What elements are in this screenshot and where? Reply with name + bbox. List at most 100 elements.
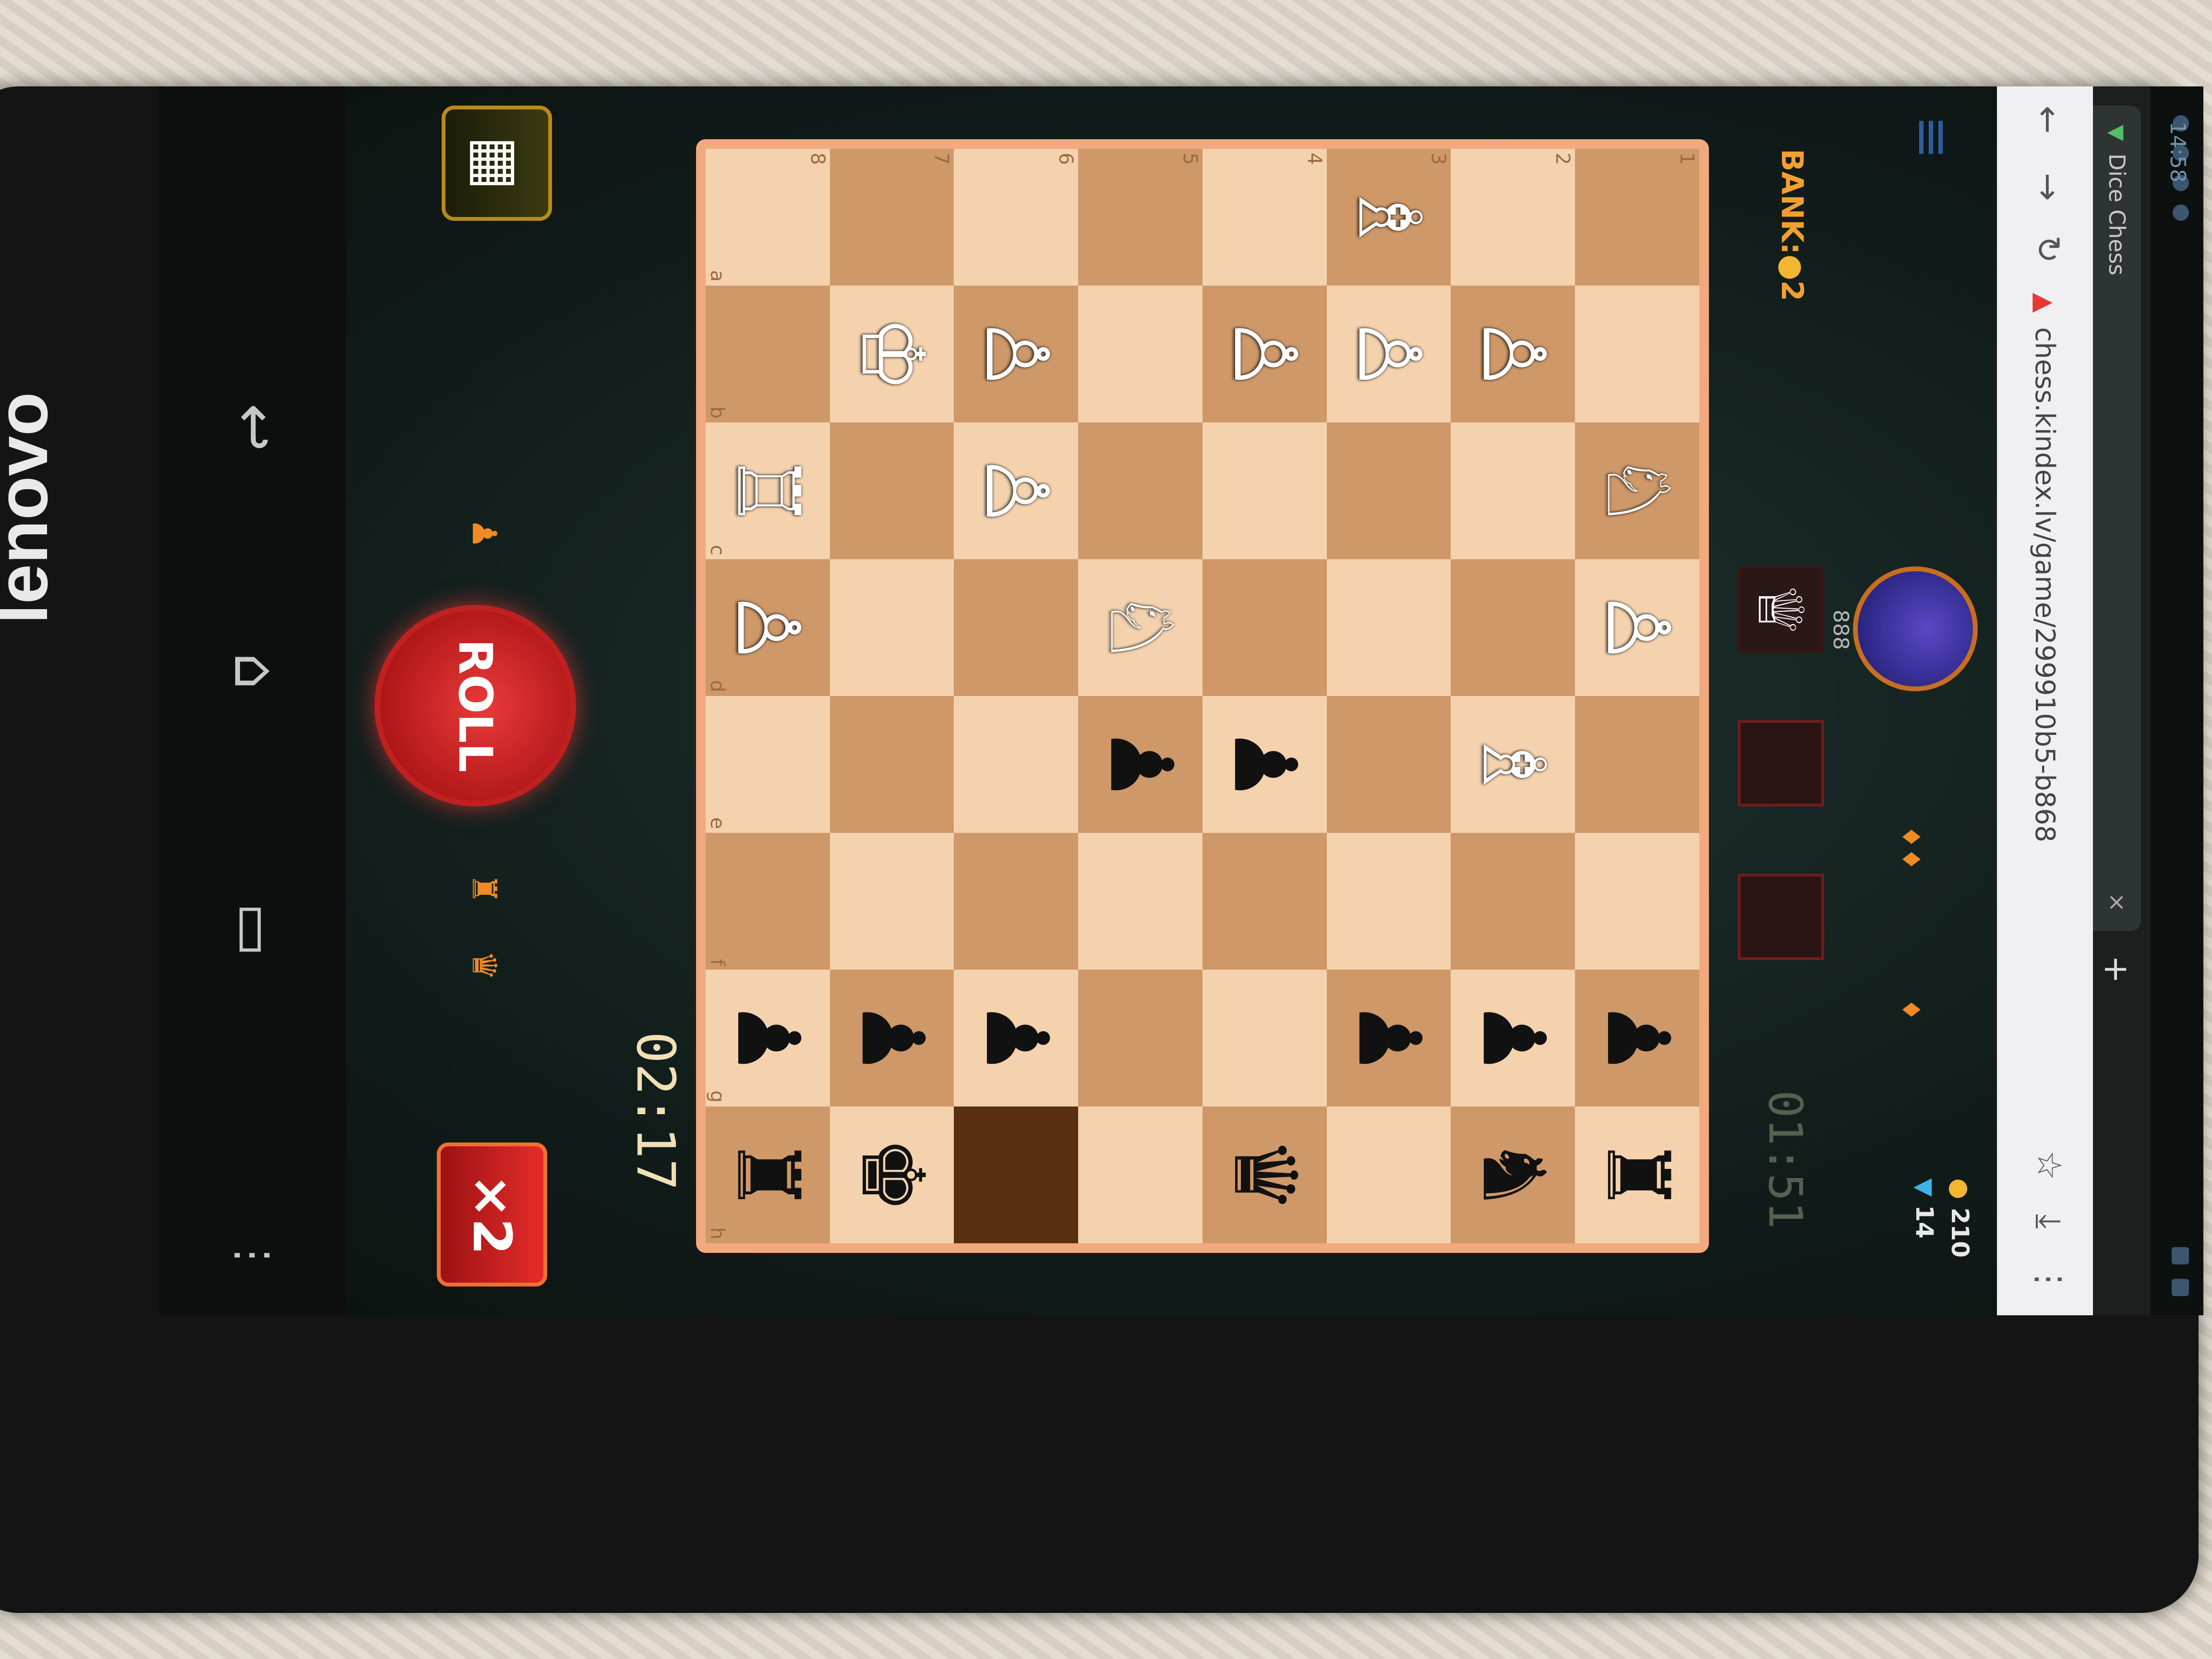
board-square-f6[interactable]	[954, 833, 1079, 970]
black-piece[interactable]: ♟	[1214, 726, 1315, 803]
board-square-e4[interactable]: ♟	[1202, 696, 1327, 833]
board-square-a7[interactable]: 7	[830, 149, 954, 286]
board-square-b1[interactable]	[1575, 286, 1699, 422]
close-tab-icon[interactable]: ×	[2104, 893, 2130, 912]
black-piece[interactable]: ♟	[1463, 999, 1563, 1077]
more-menu-icon[interactable]: ⋮	[2029, 1262, 2069, 1296]
board-square-d5[interactable]: ♘	[1078, 559, 1202, 696]
double-multiplier-button[interactable]: ×2	[437, 1142, 547, 1286]
board-square-e6[interactable]	[954, 696, 1079, 833]
url-field[interactable]: ▲ chess.kindex.lv/game/299910b5-b868	[2016, 293, 2074, 1085]
board-square-a3[interactable]: ♗ 3	[1326, 149, 1451, 286]
board-square-h2[interactable]: ♞	[1451, 1106, 1575, 1243]
forward-arrow-icon[interactable]: →	[2029, 173, 2068, 201]
board-square-e3[interactable]	[1326, 696, 1451, 833]
new-tab-button[interactable]: +	[2097, 955, 2136, 984]
hamburger-menu-icon[interactable]: ≡	[1902, 115, 1963, 159]
board-square-b7[interactable]: ♔	[830, 286, 954, 422]
board-square-h4[interactable]: ♛	[1202, 1106, 1327, 1243]
board-square-g2[interactable]: ♟	[1451, 970, 1575, 1106]
board-square-e8[interactable]: e	[706, 696, 830, 833]
board-square-d3[interactable]	[1326, 559, 1451, 696]
white-piece[interactable]: ♙	[966, 452, 1067, 529]
white-piece[interactable]: ♙	[718, 589, 818, 666]
black-piece[interactable]: ♞	[1463, 1136, 1563, 1214]
board-square-c7[interactable]	[830, 422, 954, 559]
board-square-d2[interactable]	[1451, 559, 1575, 696]
board-square-c6[interactable]: ♙	[954, 422, 1079, 559]
board-square-d1[interactable]: ♙	[1575, 559, 1699, 696]
board-square-h1[interactable]: ♜	[1575, 1106, 1699, 1243]
white-piece[interactable]: ♙	[1214, 315, 1315, 393]
board-square-c5[interactable]	[1078, 422, 1202, 559]
board-square-h6[interactable]	[954, 1106, 1079, 1243]
board-square-h3[interactable]	[1326, 1106, 1451, 1243]
board-square-c3[interactable]	[1326, 422, 1451, 559]
white-piece[interactable]: ♙	[1587, 589, 1688, 666]
board-square-f7[interactable]	[830, 833, 954, 970]
black-piece[interactable]: ♟	[966, 999, 1067, 1077]
board-square-e1[interactable]	[1575, 696, 1699, 833]
board-square-a5[interactable]: 5	[1078, 149, 1202, 286]
board-square-g1[interactable]: ♟	[1575, 970, 1699, 1106]
board-square-c2[interactable]	[1451, 422, 1575, 559]
white-piece[interactable]: ♙	[1339, 315, 1439, 393]
board-square-c8[interactable]: ♖ c	[706, 422, 830, 559]
back-arrow-icon[interactable]: ←	[2029, 106, 2068, 134]
board-square-h5[interactable]	[1078, 1106, 1202, 1243]
white-piece[interactable]: ♙	[1463, 315, 1563, 393]
board-square-f5[interactable]	[1078, 833, 1202, 970]
download-icon[interactable]: ⤓	[2029, 1214, 2069, 1229]
board-square-a4[interactable]: 4	[1202, 149, 1327, 286]
white-piece[interactable]: ♘	[1587, 452, 1688, 529]
black-piece[interactable]: ♛	[1214, 1136, 1315, 1214]
board-square-g8[interactable]: ♟ g	[706, 970, 830, 1106]
board-square-f8[interactable]: f	[706, 833, 830, 970]
board-square-b6[interactable]: ♙	[954, 286, 1079, 422]
board-square-h8[interactable]: ♜ h	[706, 1106, 830, 1243]
board-square-d6[interactable]	[954, 559, 1079, 696]
home-nav-icon[interactable]: ⌂	[221, 653, 288, 689]
board-square-a8[interactable]: 8a	[706, 149, 830, 286]
overflow-menu-icon[interactable]: ⋮	[228, 1234, 278, 1277]
board-square-d4[interactable]	[1202, 559, 1327, 696]
white-piece[interactable]: ♘	[1091, 589, 1191, 666]
board-square-a2[interactable]: 2	[1451, 149, 1575, 286]
board-square-f2[interactable]	[1451, 833, 1575, 970]
black-piece[interactable]: ♟	[1091, 726, 1191, 803]
board-square-g3[interactable]: ♟	[1326, 970, 1451, 1106]
black-piece[interactable]: ♜	[1587, 1136, 1688, 1214]
board-square-f4[interactable]	[1202, 833, 1327, 970]
black-piece[interactable]: ♟	[842, 999, 942, 1077]
board-square-b8[interactable]: b	[706, 286, 830, 422]
board-square-e5[interactable]: ♟	[1078, 696, 1202, 833]
black-piece[interactable]: ♟	[1339, 999, 1439, 1077]
black-piece[interactable]: ♟	[1587, 999, 1688, 1077]
board-square-d8[interactable]: ♙ d	[706, 559, 830, 696]
opponent-avatar[interactable]	[1853, 566, 1978, 691]
board-square-d7[interactable]	[830, 559, 954, 696]
bookmark-star-icon[interactable]: ☆	[2029, 1150, 2069, 1180]
board-square-b3[interactable]: ♙	[1326, 286, 1451, 422]
board-square-b5[interactable]	[1078, 286, 1202, 422]
recent-apps-icon[interactable]: ▭	[221, 902, 288, 957]
roll-dice-button[interactable]: ROLL	[374, 605, 576, 806]
board-square-e7[interactable]	[830, 696, 954, 833]
back-nav-icon[interactable]: ↩	[221, 403, 288, 452]
white-piece[interactable]: ♗	[1463, 726, 1563, 803]
board-square-f3[interactable]	[1326, 833, 1451, 970]
white-piece[interactable]: ♙	[966, 315, 1067, 393]
board-square-b4[interactable]: ♙	[1202, 286, 1327, 422]
white-piece[interactable]: ♗	[1339, 179, 1439, 256]
board-square-c1[interactable]: ♘	[1575, 422, 1699, 559]
board-square-f1[interactable]	[1575, 833, 1699, 970]
black-piece[interactable]: ♚	[842, 1136, 942, 1214]
board-square-a6[interactable]: 6	[954, 149, 1079, 286]
black-piece[interactable]: ♟	[718, 999, 818, 1077]
board-square-b2[interactable]: ♙	[1451, 286, 1575, 422]
board-square-c4[interactable]	[1202, 422, 1327, 559]
board-square-g5[interactable]	[1078, 970, 1202, 1106]
board-square-g4[interactable]	[1202, 970, 1327, 1106]
white-piece[interactable]: ♔	[842, 315, 942, 393]
pieces-menu-button[interactable]: ▦	[442, 106, 552, 221]
